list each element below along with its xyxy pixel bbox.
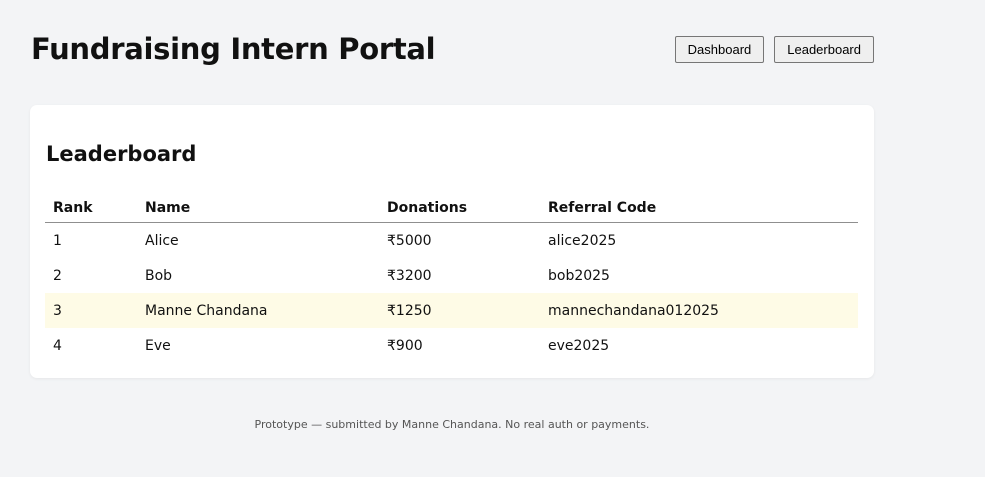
footer-note: Prototype — submitted by Manne Chandana.… <box>254 418 650 431</box>
column-header-donations: Donations <box>379 193 540 223</box>
table-header-row: Rank Name Donations Referral Code <box>45 193 858 223</box>
column-header-name: Name <box>137 193 379 223</box>
header: Fundraising Intern Portal Dashboard Lead… <box>31 26 874 76</box>
page-title: Fundraising Intern Portal <box>31 32 436 66</box>
rank-cell: 2 <box>53 267 62 284</box>
table-row: 2 Bob ₹3200 bob2025 <box>45 258 858 293</box>
leaderboard-title: Leaderboard <box>46 142 197 166</box>
referral-code-cell: mannechandana012025 <box>540 293 858 328</box>
name-cell: Eve <box>145 337 171 354</box>
column-header-rank: Rank <box>45 193 137 223</box>
rank-cell: 1 <box>53 232 62 249</box>
name-cell: Manne Chandana <box>137 293 379 328</box>
table-row: 1 Alice ₹5000 alice2025 <box>45 223 858 259</box>
donations-cell: ₹900 <box>387 337 423 354</box>
leaderboard-card: Leaderboard Rank Name Donations Referral… <box>30 105 874 378</box>
referral-code-cell: bob2025 <box>548 267 610 284</box>
table-row: 4 Eve ₹900 eve2025 <box>45 328 858 363</box>
rank-cell: 4 <box>53 337 62 354</box>
donations-cell: ₹5000 <box>387 232 432 249</box>
dashboard-button[interactable]: Dashboard <box>674 36 765 63</box>
donations-cell: ₹1250 <box>379 293 540 328</box>
referral-code-cell: alice2025 <box>548 232 617 249</box>
name-cell: Bob <box>145 267 173 284</box>
nav-bar: Dashboard Leaderboard <box>674 36 874 63</box>
leaderboard-table: Rank Name Donations Referral Code 1 Alic… <box>45 193 858 363</box>
column-header-referral-code: Referral Code <box>540 193 858 223</box>
referral-code-cell: eve2025 <box>548 337 610 354</box>
donations-cell: ₹3200 <box>387 267 432 284</box>
table-row-current-user: 3 Manne Chandana ₹1250 mannechandana0120… <box>45 293 858 328</box>
rank-cell: 3 <box>45 293 137 328</box>
leaderboard-button[interactable]: Leaderboard <box>774 36 874 63</box>
name-cell: Alice <box>145 232 179 249</box>
